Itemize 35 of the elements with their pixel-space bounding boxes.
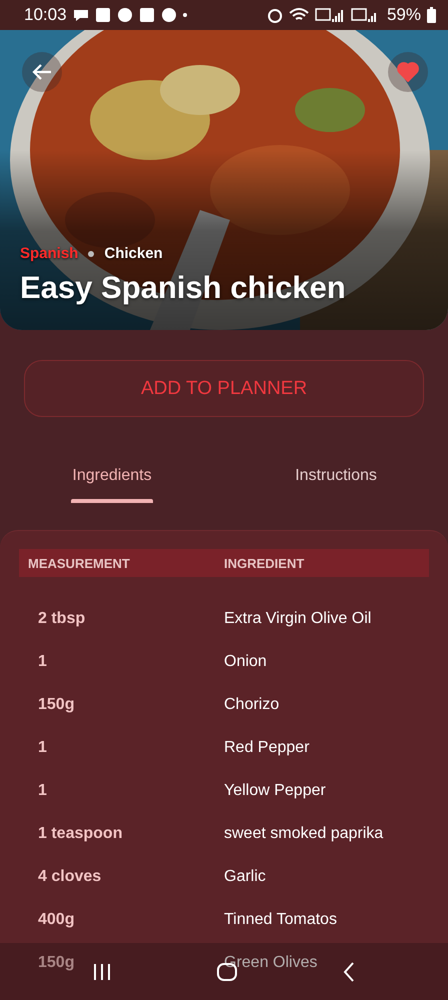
measurement-cell-text: 1: [38, 738, 48, 756]
favorite-button[interactable]: [388, 52, 428, 92]
measurement-cell-text: 400g: [38, 910, 76, 928]
battery-icon: [427, 7, 436, 23]
measurement-cell-text: 150g: [38, 696, 76, 714]
measurement-cell-text: 2 tbsp: [38, 610, 86, 628]
ingredient-cell-text: Yellow Pepper: [224, 782, 327, 800]
measurement-cell-text: 1: [38, 782, 48, 800]
measurement-cell-text: 150g: [38, 954, 76, 972]
battery-percent: 59%: [386, 5, 421, 25]
back-arrow-icon: [32, 63, 52, 81]
back-button[interactable]: [22, 52, 62, 92]
column-header: INGREDIENT: [224, 556, 306, 570]
ingredient-cell-text: Chorizo: [224, 696, 280, 714]
tab[interactable]: Ingredients: [0, 457, 224, 503]
ingredient-cell-text: Garlic: [224, 868, 267, 886]
back-icon[interactable]: [343, 962, 355, 982]
ingredient-cell-text: sweet smoked paprika: [224, 824, 384, 842]
measurement-cell-text: 4 cloves: [38, 868, 102, 886]
ingredient-cell-text: Extra Virgin Olive Oil: [224, 610, 372, 628]
recipe-tag: Chicken: [104, 245, 163, 262]
ingredient-cell-text: Onion: [224, 652, 268, 670]
measurement-cell-text: 1 teaspoon: [38, 824, 124, 842]
tab[interactable]: Instructions: [224, 457, 448, 503]
recipe-title: Easy Spanish chicken: [20, 270, 347, 306]
recipe-tag: Spanish: [20, 245, 78, 262]
chat-icon: [72, 7, 89, 23]
ingredient-cell-text: Red Pepper: [224, 738, 310, 756]
measurement-cell-text: 1: [38, 652, 48, 670]
ingredient-cell-text: Green Olives: [224, 954, 318, 972]
signal-icon: [314, 7, 345, 23]
status-time: 10:03: [24, 5, 67, 25]
ingredient-cell-text: Tinned Tomatos: [224, 910, 338, 928]
column-header: MEASUREMENT: [28, 556, 131, 570]
recent-apps-icon[interactable]: [93, 962, 111, 980]
